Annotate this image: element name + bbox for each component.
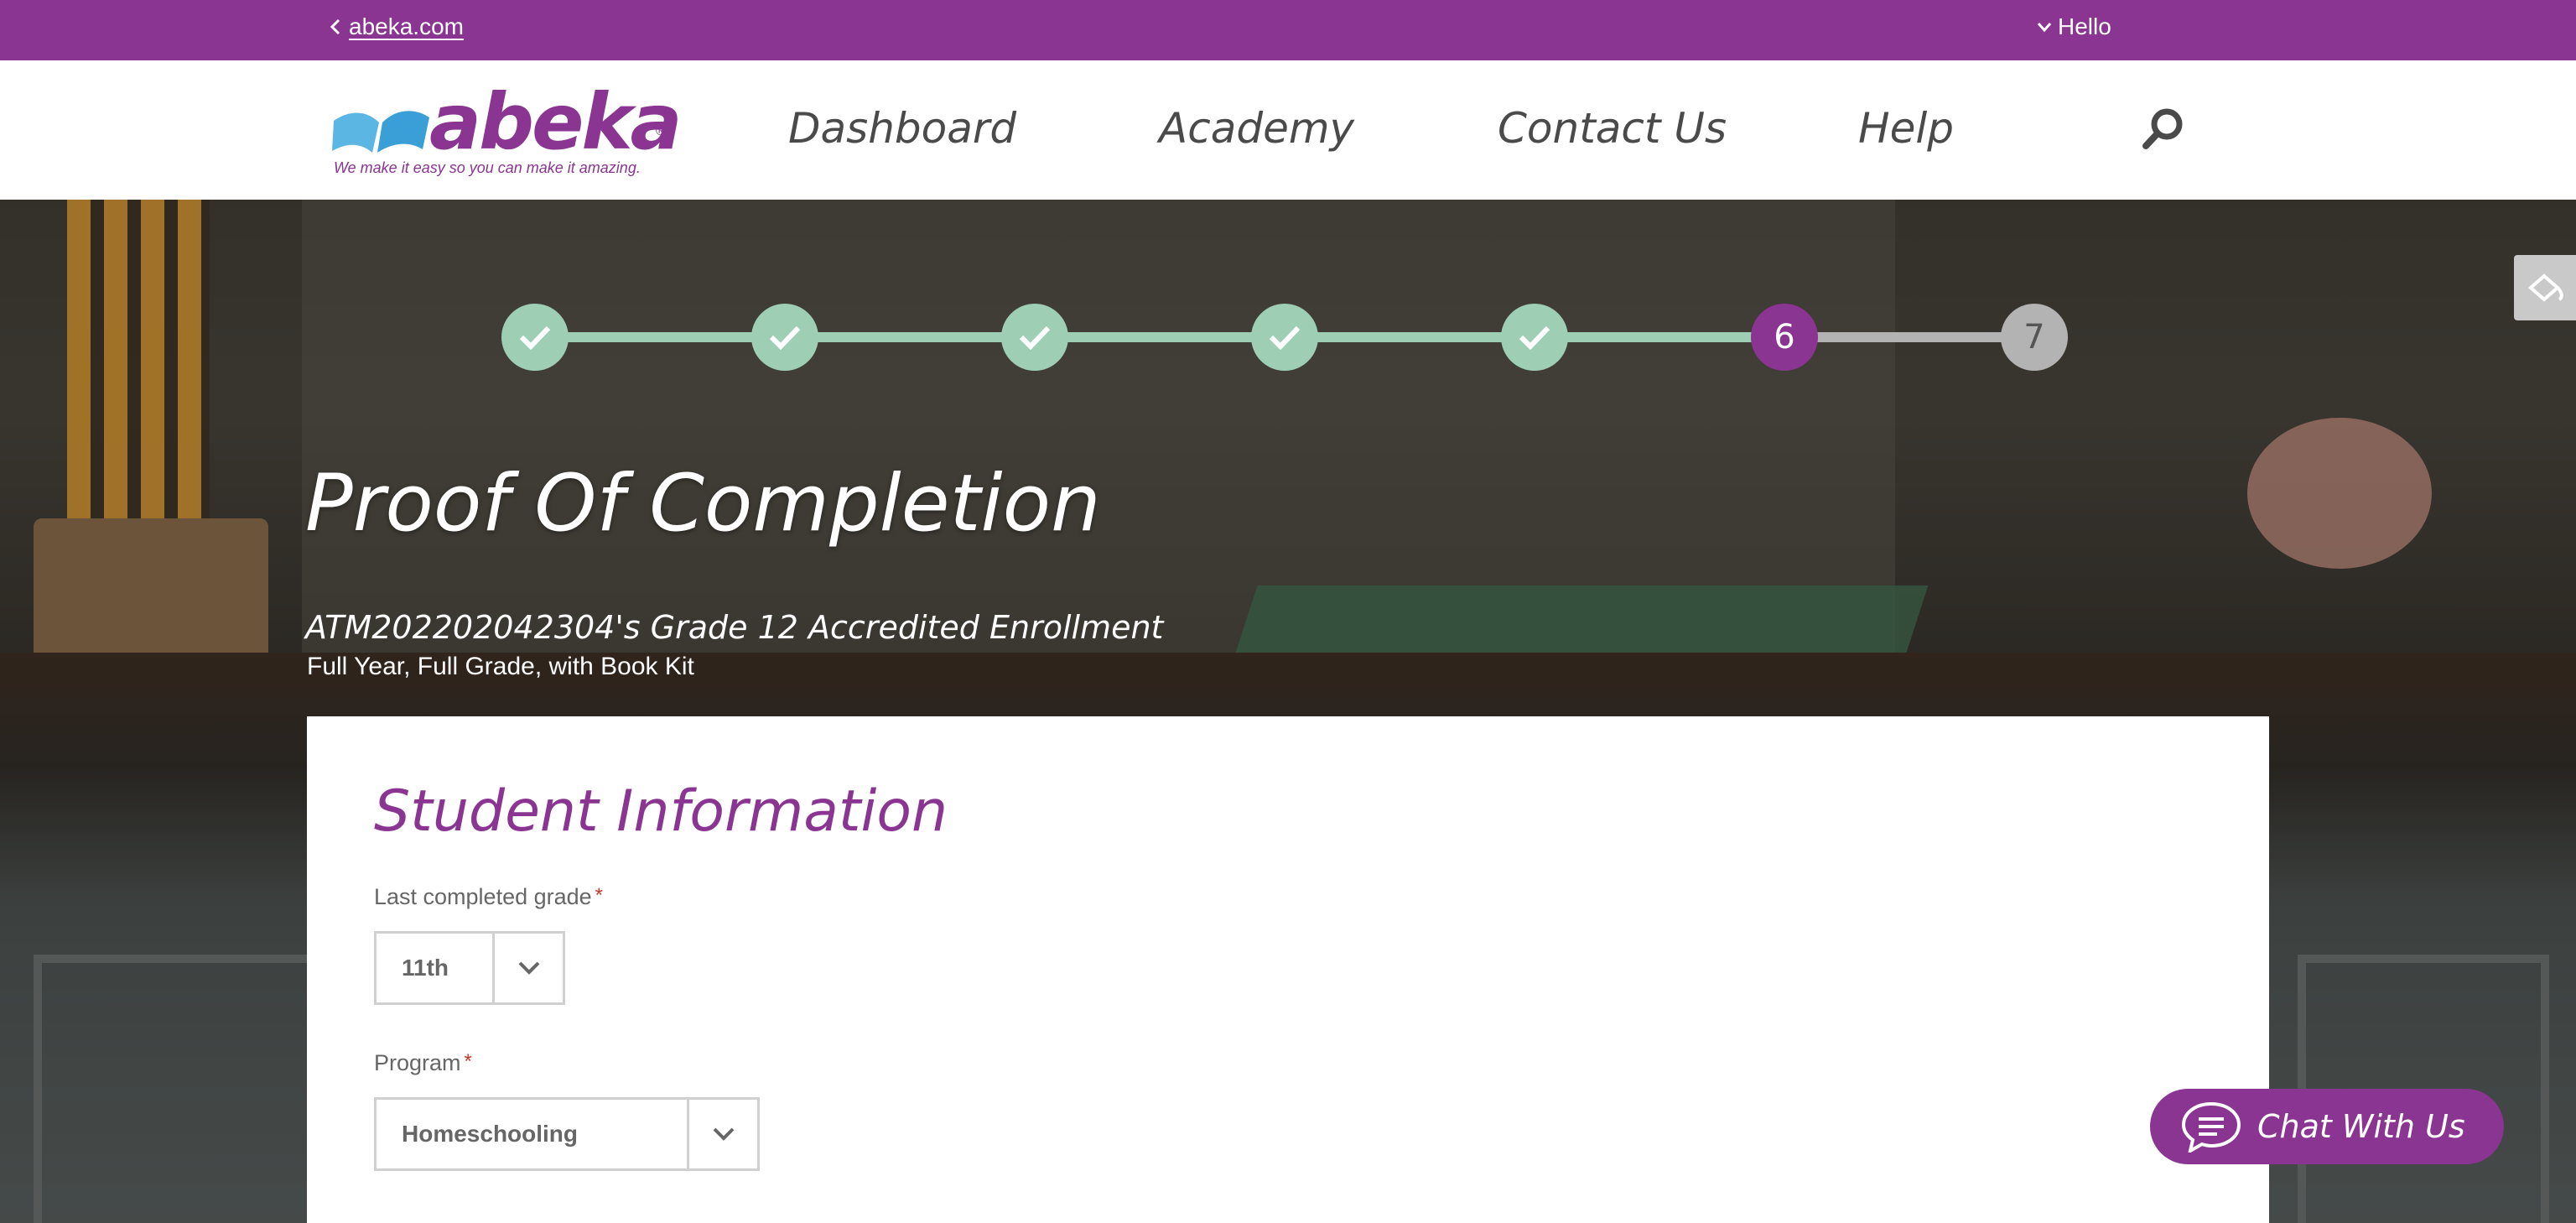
logo-tagline: We make it easy so you can make it amazi… [334, 159, 641, 176]
search-icon[interactable] [2140, 106, 2187, 153]
program-dropdown-toggle[interactable] [687, 1100, 757, 1168]
program-label-text: Program [374, 1050, 461, 1075]
checkmark-icon [1269, 325, 1301, 351]
program-label: Program * [374, 1050, 472, 1076]
step-6-current: 6 [1751, 304, 1818, 371]
last-grade-dropdown-toggle[interactable] [492, 934, 563, 1002]
page-title: Proof Of Completion [305, 458, 1101, 549]
nav-contact-us[interactable]: Contact Us [1498, 104, 1727, 153]
enrollment-title: ATM202202042304's Grade 12 Accredited En… [305, 609, 1164, 646]
chevron-down-icon [2037, 23, 2052, 33]
chevron-left-icon [330, 18, 340, 35]
progress-line-complete [535, 332, 1784, 342]
step-2-complete [751, 304, 818, 371]
step-3-complete [1001, 304, 1068, 371]
nav-help[interactable]: Help [1858, 104, 1954, 153]
chat-with-us-button[interactable]: Chat With Us [2150, 1089, 2504, 1164]
back-to-abeka-link[interactable]: abeka.com [329, 13, 464, 40]
enrollment-subtitle: Full Year, Full Grade, with Book Kit [307, 653, 694, 680]
checkmark-icon [769, 325, 801, 351]
program-select[interactable]: Homeschooling [374, 1097, 760, 1171]
required-mark: * [464, 1050, 472, 1073]
paint-bucket-icon [2527, 273, 2563, 302]
last-grade-label: Last completed grade * [374, 884, 603, 910]
section-title: Student Information [374, 778, 948, 845]
chat-button-label: Chat With Us [2257, 1108, 2465, 1145]
enrollment-progress-stepper: 6 7 [0, 200, 2576, 371]
program-value: Homeschooling [402, 1121, 579, 1147]
required-mark: * [595, 884, 604, 907]
open-book-icon [332, 111, 429, 153]
progress-line-remaining [1783, 332, 2033, 342]
last-grade-value: 11th [402, 955, 449, 981]
chevron-down-icon [518, 961, 539, 975]
student-information-card: Student Information Last completed grade… [307, 716, 2269, 1223]
accessibility-tab[interactable] [2514, 255, 2576, 320]
step-1-complete [501, 304, 569, 371]
account-menu-toggle[interactable]: Hello [2036, 13, 2111, 40]
checkmark-icon [519, 325, 551, 351]
last-grade-label-text: Last completed grade [374, 884, 592, 909]
nav-academy[interactable]: Academy [1159, 104, 1354, 153]
abeka-logo[interactable]: abeka ® We make it easy so you can make … [330, 77, 683, 188]
back-link-label: abeka.com [349, 13, 464, 39]
step-4-complete [1251, 304, 1318, 371]
step-7-upcoming: 7 [2001, 304, 2068, 371]
greeting-label: Hello [2058, 13, 2111, 39]
top-utility-bar: abeka.com Hello [0, 0, 2576, 60]
checkmark-icon [1519, 325, 1550, 351]
step-5-complete [1501, 304, 1568, 371]
chat-bubble-icon [2181, 1101, 2241, 1153]
logo-wordmark: abeka [429, 77, 683, 167]
last-grade-select[interactable]: 11th [374, 931, 565, 1005]
nav-dashboard[interactable]: Dashboard [788, 104, 1016, 153]
logo-registered-mark: ® [656, 124, 666, 138]
main-header: abeka ® We make it easy so you can make … [0, 60, 2576, 200]
checkmark-icon [1019, 325, 1051, 351]
chevron-down-icon [713, 1127, 734, 1141]
